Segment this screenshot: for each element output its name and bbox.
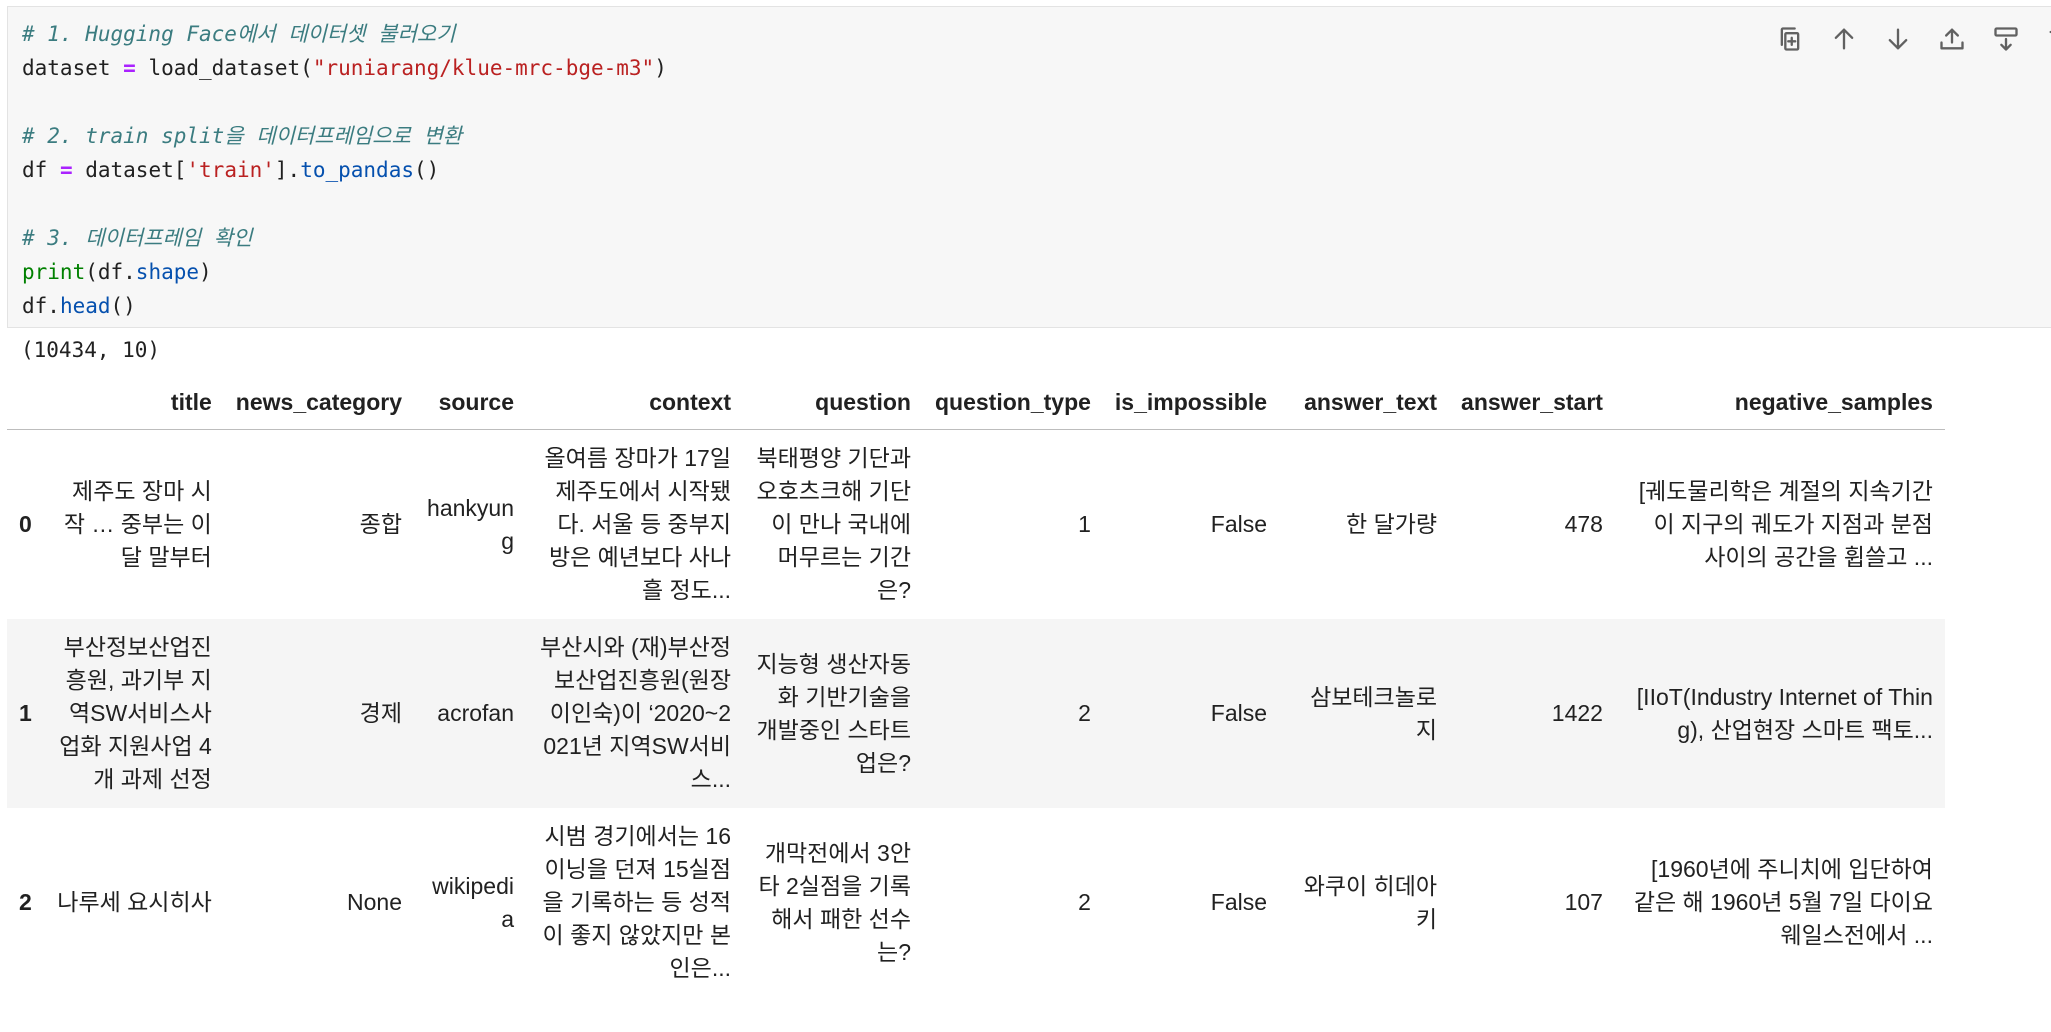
table-cell: False — [1210, 700, 1268, 726]
move-up-button[interactable] — [1828, 21, 1860, 57]
row-index: 0 — [19, 511, 32, 537]
copy-cell-button[interactable] — [1774, 21, 1806, 57]
table-cell: 북태평양 기단과 오호츠크해 기단이 만나 국내에 머무르는 기간은? — [756, 445, 911, 603]
code-token: ]. — [274, 158, 301, 182]
output-shape: (10434, 10) — [21, 338, 161, 362]
table-cell: 시범 경기에서는 16이닝을 던져 15실점을 기록하는 등 성적이 좋지 않았… — [542, 823, 731, 981]
table-row: 0 제주도 장마 시작 … 중부는 이달 말부터 종합 hankyung 올여름 장마가… — [7, 430, 1945, 620]
table-cell: [IIoT(Industry Internet of Thing), 산업현장 … — [1636, 683, 1933, 743]
row-index: 2 — [19, 889, 32, 915]
column-header: context — [526, 378, 743, 430]
column-header: news_category — [223, 378, 414, 430]
table-cell: False — [1210, 889, 1268, 915]
code-line: print(df.shape) — [22, 255, 667, 289]
move-down-button[interactable] — [1882, 21, 1914, 57]
code-token: 'train' — [186, 158, 275, 182]
table-cell: 나루세 요시히사 — [57, 889, 212, 915]
insert-below-button[interactable] — [1990, 21, 2022, 57]
table-cell: 부산시와 (재)부산정보산업진흥원(원장 이인숙)이 ‘2020~2021년 지… — [540, 634, 731, 792]
code-token: print — [22, 260, 86, 284]
table-cell: 경제 — [359, 700, 402, 726]
code-token: = — [123, 56, 136, 80]
code-token: # 2. train split을 데이터프레임으로 변환 — [22, 124, 463, 148]
code-token: dataset[ — [72, 158, 187, 182]
table-cell: 삼보테크놀로지 — [1310, 683, 1438, 743]
table-cell: 2 — [1078, 700, 1091, 726]
table-cell: 2 — [1078, 889, 1091, 915]
code-token: ) — [199, 260, 212, 284]
table-cell: 478 — [1564, 511, 1603, 537]
code-line: # 1. Hugging Face에서 데이터셋 불러오기 — [22, 17, 667, 51]
column-header: title — [43, 378, 224, 430]
code-token: # 3. 데이터프레임 확인 — [22, 226, 253, 250]
table-row: 1 부산정보산업진흥원, 과기부 지역SW서비스사업화 지원사업 4개 과제 선정… — [7, 619, 1945, 808]
column-header: question_type — [923, 378, 1103, 430]
code-token: df — [22, 158, 60, 182]
table-cell: hankyung — [427, 494, 514, 554]
code-line: dataset = load_dataset("runiarang/klue-m… — [22, 51, 667, 85]
code-token: ) — [654, 56, 667, 80]
table-cell: 부산정보산업진흥원, 과기부 지역SW서비스사업화 지원사업 4개 과제 선정 — [59, 634, 212, 792]
table-cell: 올여름 장마가 17일 제주도에서 시작됐다. 서울 등 중부지방은 예년보다 … — [544, 445, 731, 603]
table-cell: 1422 — [1551, 700, 1603, 726]
column-header: question — [743, 378, 923, 430]
table-cell: 종합 — [359, 511, 402, 537]
delete-button[interactable] — [2044, 21, 2051, 57]
code-token: # 1. Hugging Face에서 데이터셋 불러오기 — [22, 22, 456, 46]
insert-below-icon — [1994, 27, 2018, 51]
code-token: = — [59, 158, 73, 182]
table-cell: 제주도 장마 시작 … 중부는 이달 말부터 — [63, 478, 212, 570]
move-down-icon — [1888, 28, 1908, 50]
code-cell[interactable]: # 1. Hugging Face에서 데이터셋 불러오기 dataset = l… — [7, 6, 2051, 328]
code-token: df. — [22, 294, 60, 318]
table-cell: [1960년에 주니치에 입단하여 같은 해 1960년 5월 7일 다이요 웨… — [1633, 856, 1933, 948]
row-index: 1 — [19, 700, 32, 726]
table-row: 2 나루세 요시히사 None wikipedia 시범 경기에서는 16이닝을 던져 … — [7, 808, 1945, 997]
delete-icon — [2049, 30, 2051, 34]
code-token: (df. — [85, 260, 136, 284]
code-token: () — [414, 158, 440, 182]
table-cell: [궤도물리학은 계절의 지속기간이 지구의 궤도가 지점과 분점 사이의 공간을… — [1638, 478, 1933, 570]
move-up-icon — [1834, 28, 1854, 50]
column-header: answer_text — [1279, 378, 1450, 430]
code-line: df = dataset['train'].to_pandas() — [22, 153, 667, 187]
dataframe-table: title news_category source context question q… — [7, 378, 1945, 997]
table-cell: False — [1210, 511, 1268, 537]
code-editor[interactable]: # 1. Hugging Face에서 데이터셋 불러오기 dataset = l… — [22, 17, 667, 323]
dataframe-header-row: title news_category source context question q… — [7, 378, 1945, 430]
table-cell: 한 달가량 — [1346, 511, 1438, 537]
table-cell: wikipedia — [432, 872, 514, 932]
table-cell: 개막전에서 3안타 2실점을 기록해서 패한 선수는? — [758, 839, 911, 965]
column-header: answer_start — [1449, 378, 1615, 430]
column-header: source — [414, 378, 526, 430]
column-header: is_impossible — [1102, 378, 1280, 430]
cell-toolbar — [1774, 21, 2051, 57]
table-cell: 107 — [1564, 889, 1603, 915]
table-cell: 1 — [1078, 511, 1091, 537]
code-line: # 2. train split을 데이터프레임으로 변환 — [22, 119, 667, 153]
code-token: dataset — [22, 56, 124, 80]
table-cell: 와쿠이 히데아키 — [1303, 872, 1438, 932]
code-token: "runiarang/klue-mrc-bge-m3" — [312, 56, 655, 80]
code-line: df.head() — [22, 289, 667, 323]
code-line: # 3. 데이터프레임 확인 — [22, 221, 667, 255]
code-token: load_dataset( — [135, 56, 313, 80]
insert-above-button[interactable] — [1936, 21, 1968, 57]
code-token: to_pandas — [300, 158, 414, 182]
copy-cell-icon — [1780, 27, 1800, 51]
column-header: negative_samples — [1614, 378, 1945, 430]
code-token: head — [59, 294, 111, 318]
table-cell: None — [347, 889, 402, 915]
table-cell: 지능형 생산자동화 기반기술을 개발중인 스타트업은? — [756, 650, 911, 776]
insert-above-icon — [1940, 28, 1964, 50]
column-header — [7, 378, 44, 430]
table-cell: acrofan — [437, 700, 514, 726]
code-token: shape — [135, 260, 200, 284]
code-token: () — [110, 294, 136, 318]
